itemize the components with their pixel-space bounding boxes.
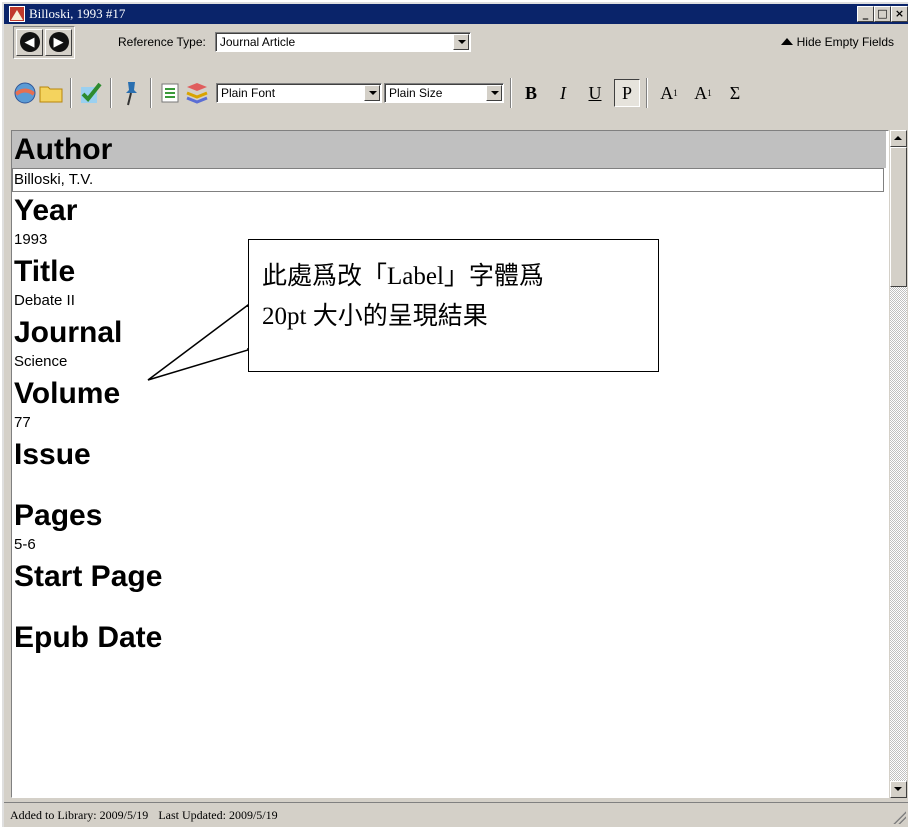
hide-empty-fields-button[interactable]: Hide Empty Fields — [780, 35, 894, 49]
pushpin-icon[interactable] — [118, 80, 144, 106]
scroll-thumb[interactable] — [890, 147, 907, 287]
reference-window: Billoski, 1993 #17 _ □ × ◀ ▶ Reference T… — [2, 2, 908, 827]
font-select[interactable]: Plain Font — [216, 83, 382, 103]
callout-line-1: 此處爲改「Label」字體爲 — [262, 263, 544, 290]
arrow-right-icon: ▶ — [48, 32, 69, 52]
hide-empty-fields-label: Hide Empty Fields — [796, 35, 894, 49]
reference-type-value: Journal Article — [219, 35, 296, 49]
added-date: Added to Library: 2009/5/19 — [10, 807, 149, 822]
superscript-letter: A — [660, 82, 674, 103]
chevron-down-icon[interactable] — [486, 85, 502, 101]
field-value-volume[interactable]: 77 — [12, 412, 886, 436]
subscript-letter: A — [694, 82, 708, 103]
subscript-mark: 1 — [707, 88, 712, 98]
field-value-pages[interactable]: 5-6 — [12, 534, 886, 558]
edit-pencil-icon[interactable] — [184, 80, 210, 106]
field-label-epub-date: Epub Date — [14, 621, 163, 654]
resize-grip-icon[interactable] — [892, 810, 906, 824]
formatting-toolbar: Plain Font Plain Size B I U P A1 A1 Σ — [4, 60, 908, 126]
callout-line-2: 20pt 大小的呈現結果 — [262, 303, 488, 330]
field-value-epub-date[interactable] — [12, 656, 886, 680]
field-label-start-page: Start Page — [14, 560, 163, 593]
list-format-icon[interactable] — [158, 80, 184, 106]
vertical-scrollbar[interactable] — [890, 130, 907, 798]
field-label-volume: Volume — [14, 377, 121, 410]
toolbar-separator — [110, 78, 112, 108]
toolbar-separator — [70, 78, 72, 108]
chevron-down-icon[interactable] — [364, 85, 380, 101]
status-bar: Added to Library: 2009/5/19 Last Updated… — [4, 802, 908, 827]
minimize-button[interactable]: _ — [857, 6, 874, 22]
toolbar-separator — [150, 78, 152, 108]
superscript-button[interactable]: A1 — [654, 79, 684, 107]
field-label-issue: Issue — [14, 438, 91, 471]
underline-button[interactable]: U — [582, 79, 608, 107]
toolbar-separator — [646, 78, 648, 108]
window-title: Billoski, 1993 #17 — [29, 6, 126, 21]
arrow-up-icon — [780, 37, 793, 45]
field-value-issue[interactable] — [12, 473, 886, 497]
plain-button[interactable]: P — [614, 79, 640, 107]
bold-button[interactable]: B — [518, 79, 544, 107]
checkmark-icon[interactable] — [78, 80, 104, 106]
subscript-button[interactable]: A1 — [688, 79, 718, 107]
scroll-up-button[interactable] — [890, 130, 907, 147]
field-value-author[interactable]: Billoski, T.V. — [12, 168, 884, 192]
folder-icon[interactable] — [38, 80, 64, 106]
reference-type-label: Reference Type: — [118, 35, 206, 49]
endnote-app-icon — [9, 6, 25, 22]
close-button[interactable]: × — [891, 6, 908, 22]
arrow-left-icon: ◀ — [19, 32, 40, 52]
toolbar-separator — [510, 78, 512, 108]
superscript-mark: 1 — [673, 88, 678, 98]
globe-link-icon[interactable] — [12, 80, 38, 106]
window-controls: _ □ × — [857, 6, 908, 22]
size-select[interactable]: Plain Size — [384, 83, 504, 103]
field-label-pages: Pages — [14, 499, 103, 532]
previous-reference-button[interactable]: ◀ — [16, 28, 43, 56]
reference-type-select[interactable]: Journal Article — [214, 32, 471, 52]
field-label-year: Year — [14, 194, 78, 227]
updated-date: Last Updated: 2009/5/19 — [158, 807, 278, 822]
reference-fields-panel: Author Billoski, T.V. Year 1993 Title De… — [11, 130, 889, 798]
reference-type-toolbar: ◀ ▶ Reference Type: Journal Article Hide… — [4, 25, 908, 59]
size-value: Plain Size — [389, 86, 443, 100]
font-value: Plain Font — [221, 86, 276, 100]
field-value-start-page[interactable] — [12, 595, 886, 619]
maximize-button[interactable]: □ — [874, 6, 891, 22]
italic-button[interactable]: I — [550, 79, 576, 107]
chevron-down-icon[interactable] — [452, 34, 469, 50]
scroll-down-button[interactable] — [890, 781, 907, 798]
next-reference-button[interactable]: ▶ — [45, 28, 72, 56]
navigation-buttons: ◀ ▶ — [13, 25, 75, 59]
title-bar: Billoski, 1993 #17 _ □ × — [4, 4, 908, 24]
field-label-author: Author — [12, 131, 886, 168]
symbol-button[interactable]: Σ — [722, 79, 748, 107]
annotation-callout: 此處爲改「Label」字體爲 20pt 大小的呈現結果 — [248, 239, 659, 372]
